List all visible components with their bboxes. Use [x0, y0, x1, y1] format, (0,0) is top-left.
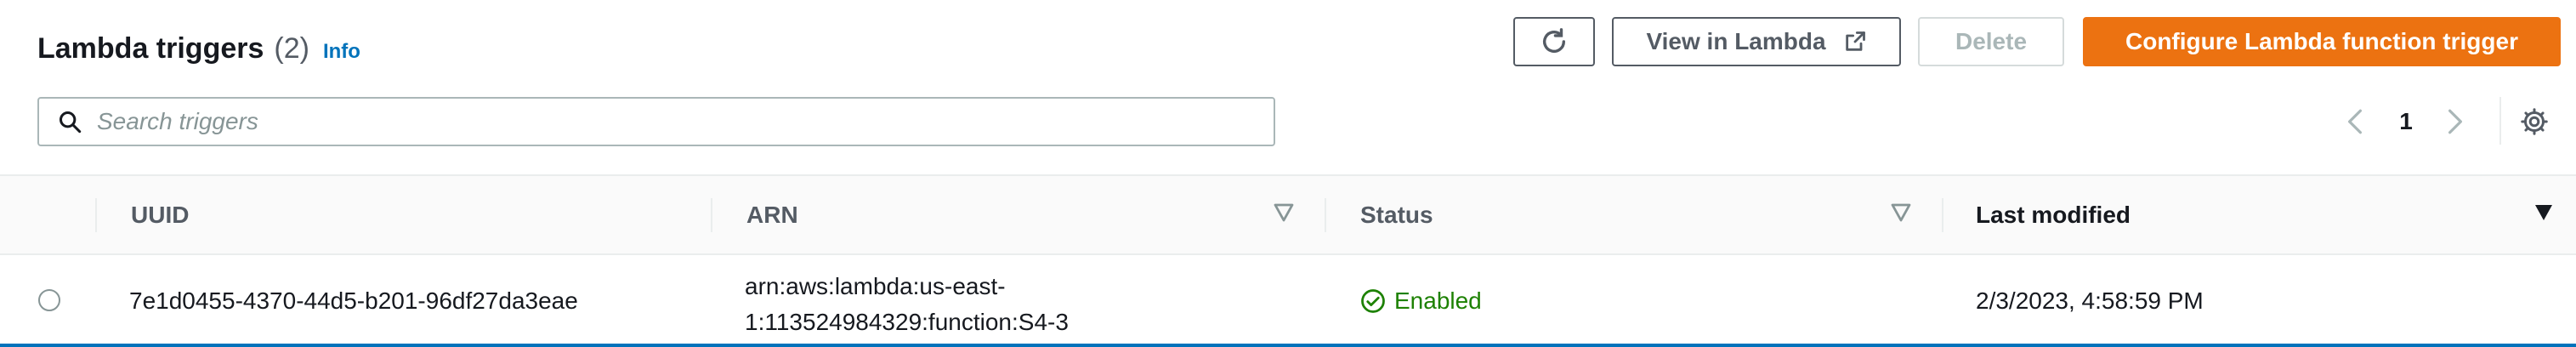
previous-page-button[interactable] [2338, 102, 2372, 141]
search-placeholder: Search triggers [97, 108, 258, 134]
delete-label: Delete [1955, 28, 2028, 54]
table-header: UUID ARN Status Last modified [0, 174, 2576, 255]
page-title: Lambda triggers [37, 32, 264, 65]
info-link[interactable]: Info [323, 40, 360, 64]
preferences-button[interactable] [2515, 102, 2554, 141]
page-number[interactable]: 1 [2389, 102, 2423, 141]
configure-trigger-button[interactable]: Configure Lambda function trigger [2083, 17, 2561, 66]
column-header-arn[interactable]: ARN [746, 176, 798, 253]
column-separator [1942, 198, 1943, 232]
title-row: Lambda triggers (2) Info [37, 32, 360, 65]
delete-button[interactable]: Delete [1918, 17, 2064, 66]
uuid-cell: 7e1d0455-4370-44d5-b201-96df27da3eae [129, 287, 578, 314]
column-header-status[interactable]: Status [1360, 176, 1433, 253]
row-select-radio[interactable] [38, 289, 60, 311]
chevron-left-icon [2348, 109, 2362, 134]
column-separator [1325, 198, 1326, 232]
sort-descending-icon[interactable] [2533, 203, 2554, 222]
status-badge: Enabled [1360, 287, 1482, 315]
gear-icon [2521, 108, 2548, 135]
check-circle-icon [1361, 289, 1385, 313]
column-separator [95, 198, 97, 232]
arn-line: 1:113524984329:function:S4-3 [745, 309, 1069, 335]
view-in-lambda-button[interactable]: View in Lambda [1612, 17, 1901, 66]
chevron-right-icon [2448, 109, 2462, 134]
search-input[interactable]: Search triggers [37, 97, 1275, 146]
column-header-last-modified[interactable]: Last modified [1976, 176, 2131, 253]
refresh-button[interactable] [1513, 17, 1595, 66]
row-focus-border [0, 344, 2576, 347]
panel-header: Lambda triggers (2) Info View in Lambda … [0, 0, 2576, 166]
status-text: Enabled [1394, 287, 1482, 314]
view-in-lambda-label: View in Lambda [1646, 28, 1826, 54]
refresh-icon [1542, 28, 1566, 53]
next-page-button[interactable] [2438, 102, 2472, 141]
column-separator [711, 198, 712, 232]
arn-line: arn:aws:lambda:us-east- [745, 273, 1006, 299]
configure-trigger-label: Configure Lambda function trigger [2125, 28, 2518, 54]
arn-cell: arn:aws:lambda:us-east- 1:113524984329:f… [745, 269, 1069, 340]
external-link-icon [1845, 31, 1865, 51]
last-modified-cell: 2/3/2023, 4:58:59 PM [1976, 287, 2204, 314]
column-header-uuid[interactable]: UUID [131, 176, 189, 253]
sort-indicator-icon[interactable] [1274, 203, 1294, 222]
lambda-triggers-panel: Lambda triggers (2) Info View in Lambda … [0, 0, 2576, 347]
search-icon [59, 111, 82, 134]
pager-divider [2499, 97, 2501, 145]
sort-indicator-icon[interactable] [1891, 203, 1911, 222]
table-row[interactable]: 7e1d0455-4370-44d5-b201-96df27da3eae arn… [0, 255, 2576, 345]
trigger-count: (2) [274, 32, 309, 65]
